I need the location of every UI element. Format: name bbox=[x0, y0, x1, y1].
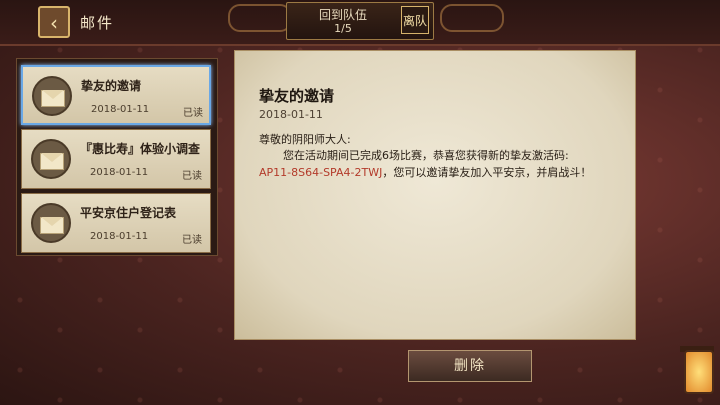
back-button[interactable]: ‹ bbox=[38, 6, 70, 38]
team-return-label[interactable]: 回到队伍 bbox=[287, 6, 399, 23]
chevron-left-icon: ‹ bbox=[50, 11, 58, 35]
mail-read-status: 已读 bbox=[182, 235, 202, 246]
mail-list-item[interactable]: 平安京住户登记表 2018-01-11 已读 bbox=[21, 193, 211, 253]
mail-body-text: 您在活动期间已完成6场比赛，恭喜您获得新的挚友激活码: bbox=[283, 149, 569, 162]
mail-list-item[interactable]: 挚友的邀请 2018-01-11 已读 bbox=[21, 65, 211, 125]
mail-content-panel: 挚友的邀请 2018-01-11 尊敬的阴阳师大人: 您在活动期间已完成6场比赛… bbox=[234, 50, 636, 340]
envelope-icon bbox=[31, 203, 71, 243]
team-count: 1/5 bbox=[334, 22, 352, 35]
mail-list-item[interactable]: 『惠比寿』体验小调查 2018-01-11 已读 bbox=[21, 129, 211, 189]
top-bar: ‹ 邮件 回到队伍 1/5 离队 bbox=[0, 0, 720, 46]
mail-subject: 平安京住户登记表 bbox=[80, 206, 177, 220]
cloud-ornament-right bbox=[440, 4, 504, 32]
envelope-icon bbox=[32, 76, 72, 116]
mail-detail-title: 挚友的邀请 bbox=[259, 87, 335, 105]
mail-read-status: 已读 bbox=[183, 108, 203, 119]
mail-date: 2018-01-11 bbox=[90, 231, 149, 242]
page-title: 邮件 bbox=[80, 14, 115, 32]
mail-greeting: 尊敬的阴阳师大人: bbox=[259, 133, 351, 146]
delete-button[interactable]: 删除 bbox=[408, 350, 532, 382]
activation-code[interactable]: AP11-8S64-SPA4-2TWJ bbox=[259, 166, 382, 179]
team-panel[interactable]: 回到队伍 1/5 离队 bbox=[286, 2, 434, 40]
mail-subject: 『惠比寿』体验小调查 bbox=[80, 142, 201, 156]
mail-body-text-2: ，您可以邀请挚友加入平安京，并肩战斗！ bbox=[382, 166, 592, 179]
mail-date: 2018-01-11 bbox=[91, 104, 150, 115]
mail-date: 2018-01-11 bbox=[90, 167, 149, 178]
envelope-icon bbox=[31, 139, 71, 179]
lantern-icon bbox=[684, 350, 714, 394]
mail-body: 您在活动期间已完成6场比赛，恭喜您获得新的挚友激活码: AP11-8S64-SP… bbox=[259, 147, 629, 181]
leave-team-button[interactable]: 离队 bbox=[401, 6, 429, 34]
mail-detail-date: 2018-01-11 bbox=[259, 108, 323, 121]
mail-list: 挚友的邀请 2018-01-11 已读 『惠比寿』体验小调查 2018-01-1… bbox=[16, 58, 218, 256]
mail-subject: 挚友的邀请 bbox=[81, 79, 142, 93]
cloud-ornament-left bbox=[228, 4, 292, 32]
mail-read-status: 已读 bbox=[182, 171, 202, 182]
